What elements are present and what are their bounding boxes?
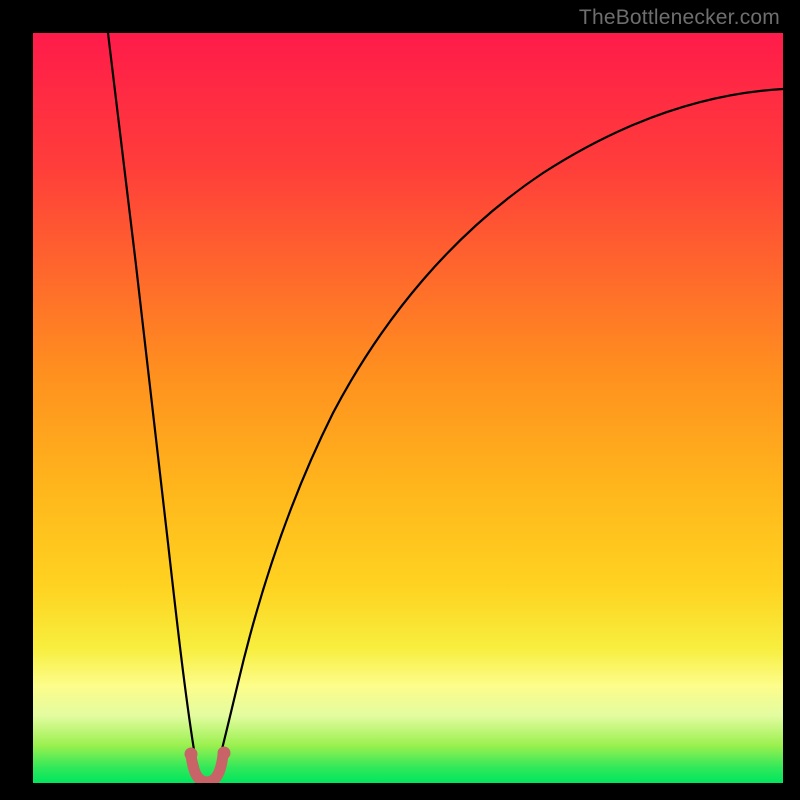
chart-frame: TheBottlenecker.com (0, 0, 800, 800)
curve-layer (33, 33, 783, 783)
watermark-text: TheBottlenecker.com (579, 6, 780, 30)
marker-end-right (218, 747, 231, 760)
minimum-marker (191, 755, 223, 782)
left-branch-curve (108, 33, 201, 775)
right-branch-curve (214, 89, 783, 775)
plot-area (33, 33, 783, 783)
marker-end-left (185, 748, 198, 761)
